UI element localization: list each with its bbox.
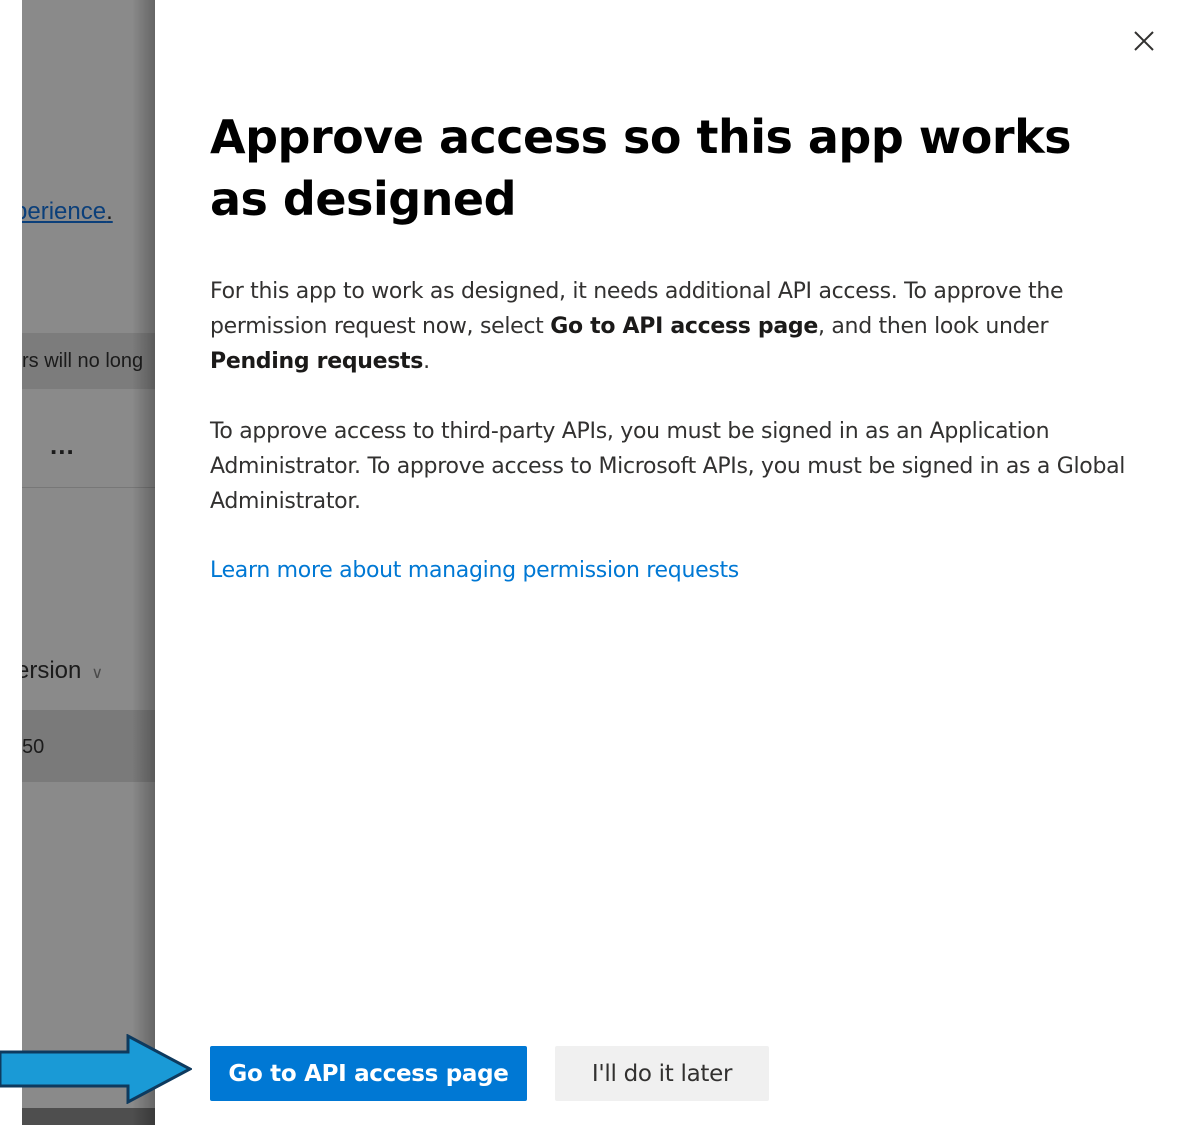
go-to-api-access-button[interactable]: Go to API access page <box>210 1046 527 1101</box>
arrow-right-icon <box>0 1034 192 1104</box>
close-button[interactable] <box>1129 26 1159 56</box>
background-page: perience. rs will no long ... ersion ∨ 50 <box>0 0 160 1125</box>
bold-go-to-api: Go to API access page <box>550 314 818 339</box>
admin-requirements-paragraph: To approve access to third-party APIs, y… <box>210 419 1126 514</box>
instructions-paragraph: For this app to work as designed, it nee… <box>210 279 1064 374</box>
do-it-later-button[interactable]: I'll do it later <box>555 1046 769 1101</box>
bold-pending-requests: Pending requests <box>210 349 424 374</box>
approve-access-panel: Approve access so this app works as desi… <box>155 0 1186 1125</box>
close-icon <box>1134 31 1154 51</box>
chevron-down-icon: ∨ <box>91 665 104 682</box>
more-options-icon: ... <box>50 430 75 460</box>
panel-shadow <box>132 0 156 1125</box>
panel-title: Approve access so this app works as desi… <box>210 110 1072 226</box>
learn-more-link[interactable]: Learn more about managing permission req… <box>210 553 739 588</box>
